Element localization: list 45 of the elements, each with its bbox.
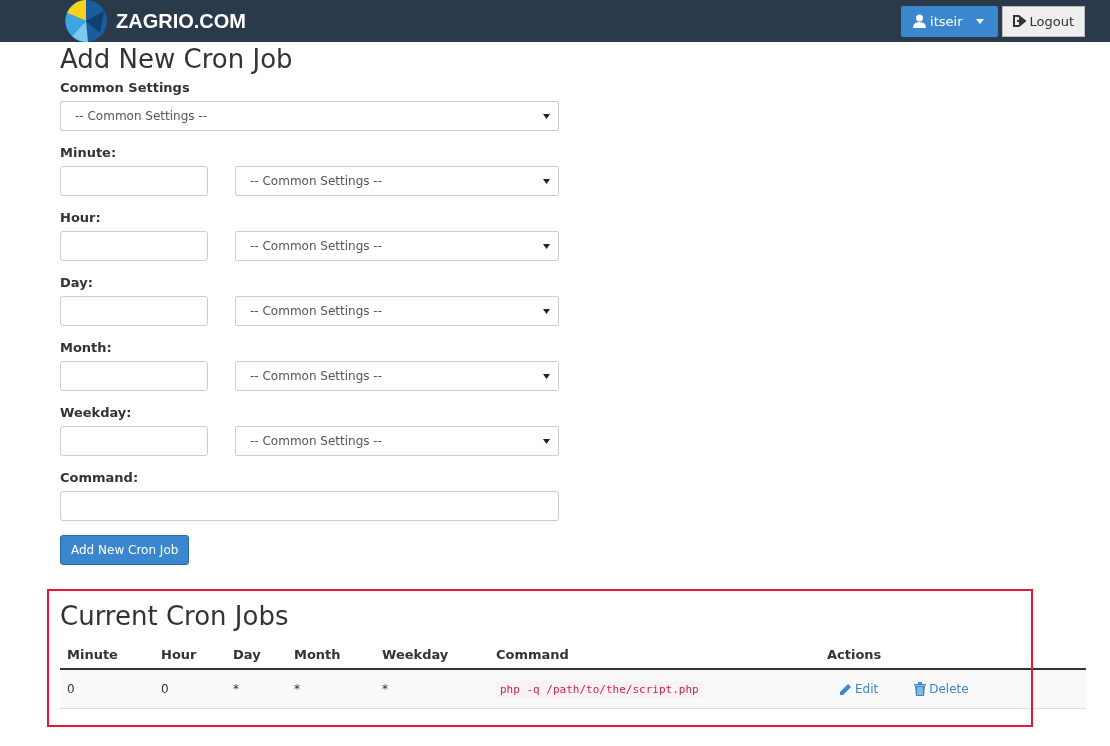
field-label: Weekday:: [60, 405, 132, 421]
caret-icon: [976, 18, 985, 24]
field-label: Hour:: [60, 210, 101, 226]
input-field[interactable]: [60, 361, 208, 391]
pencil-icon: [839, 682, 852, 696]
table-cell: *: [375, 669, 489, 709]
trash-icon: [914, 682, 927, 696]
table-cell: 0: [154, 669, 226, 709]
dropdown-arrow-icon: [543, 178, 550, 184]
command-input-field[interactable]: [60, 491, 559, 521]
table-cell: *: [287, 669, 375, 709]
add-cron-job-button[interactable]: Add New Cron Job: [60, 535, 190, 565]
delete-link[interactable]: Delete: [914, 682, 969, 696]
input-field[interactable]: [60, 426, 208, 456]
logout-button[interactable]: Logout: [1002, 5, 1085, 37]
common-settings-select[interactable]: -- Common Settings --: [235, 231, 559, 261]
logo-icon: [64, 0, 108, 43]
input-field[interactable]: [60, 166, 208, 196]
field-label: Month:: [60, 340, 112, 356]
common-settings-select[interactable]: -- Common Settings --: [235, 296, 559, 326]
common-settings-select[interactable]: -- Common Settings --: [235, 361, 559, 391]
command-code: php -q /path/to/the/script.php: [496, 681, 703, 698]
section-title: Current Cron Jobs: [60, 601, 290, 631]
input-field[interactable]: [60, 296, 208, 326]
dropdown-arrow-icon: [543, 438, 550, 444]
table-cell: *: [226, 669, 287, 709]
input-field[interactable]: [60, 231, 208, 261]
field-label: Common Settings: [60, 80, 190, 96]
table-cell: 0: [60, 669, 154, 709]
dropdown-arrow-icon: [543, 373, 550, 379]
common-settings-select[interactable]: -- Common Settings --: [235, 426, 559, 456]
field-label: Minute:: [60, 145, 117, 161]
dropdown-arrow-icon: [543, 308, 550, 314]
logo-text[interactable]: ZAGRIO.COM: [116, 9, 246, 33]
dropdown-arrow-icon: [543, 113, 550, 119]
field-label: Command:: [60, 470, 139, 486]
common-settings-select[interactable]: -- Common Settings --: [60, 101, 559, 131]
page-title: Add New Cron Job: [60, 44, 293, 74]
edit-link[interactable]: Edit: [839, 682, 879, 696]
field-label: Day:: [60, 275, 93, 291]
logout-icon: [1013, 15, 1027, 27]
dropdown-arrow-icon: [543, 243, 550, 249]
user-menu-button[interactable]: itseir: [901, 5, 999, 37]
common-settings-select[interactable]: -- Common Settings --: [235, 166, 559, 196]
user-icon: [913, 14, 927, 28]
